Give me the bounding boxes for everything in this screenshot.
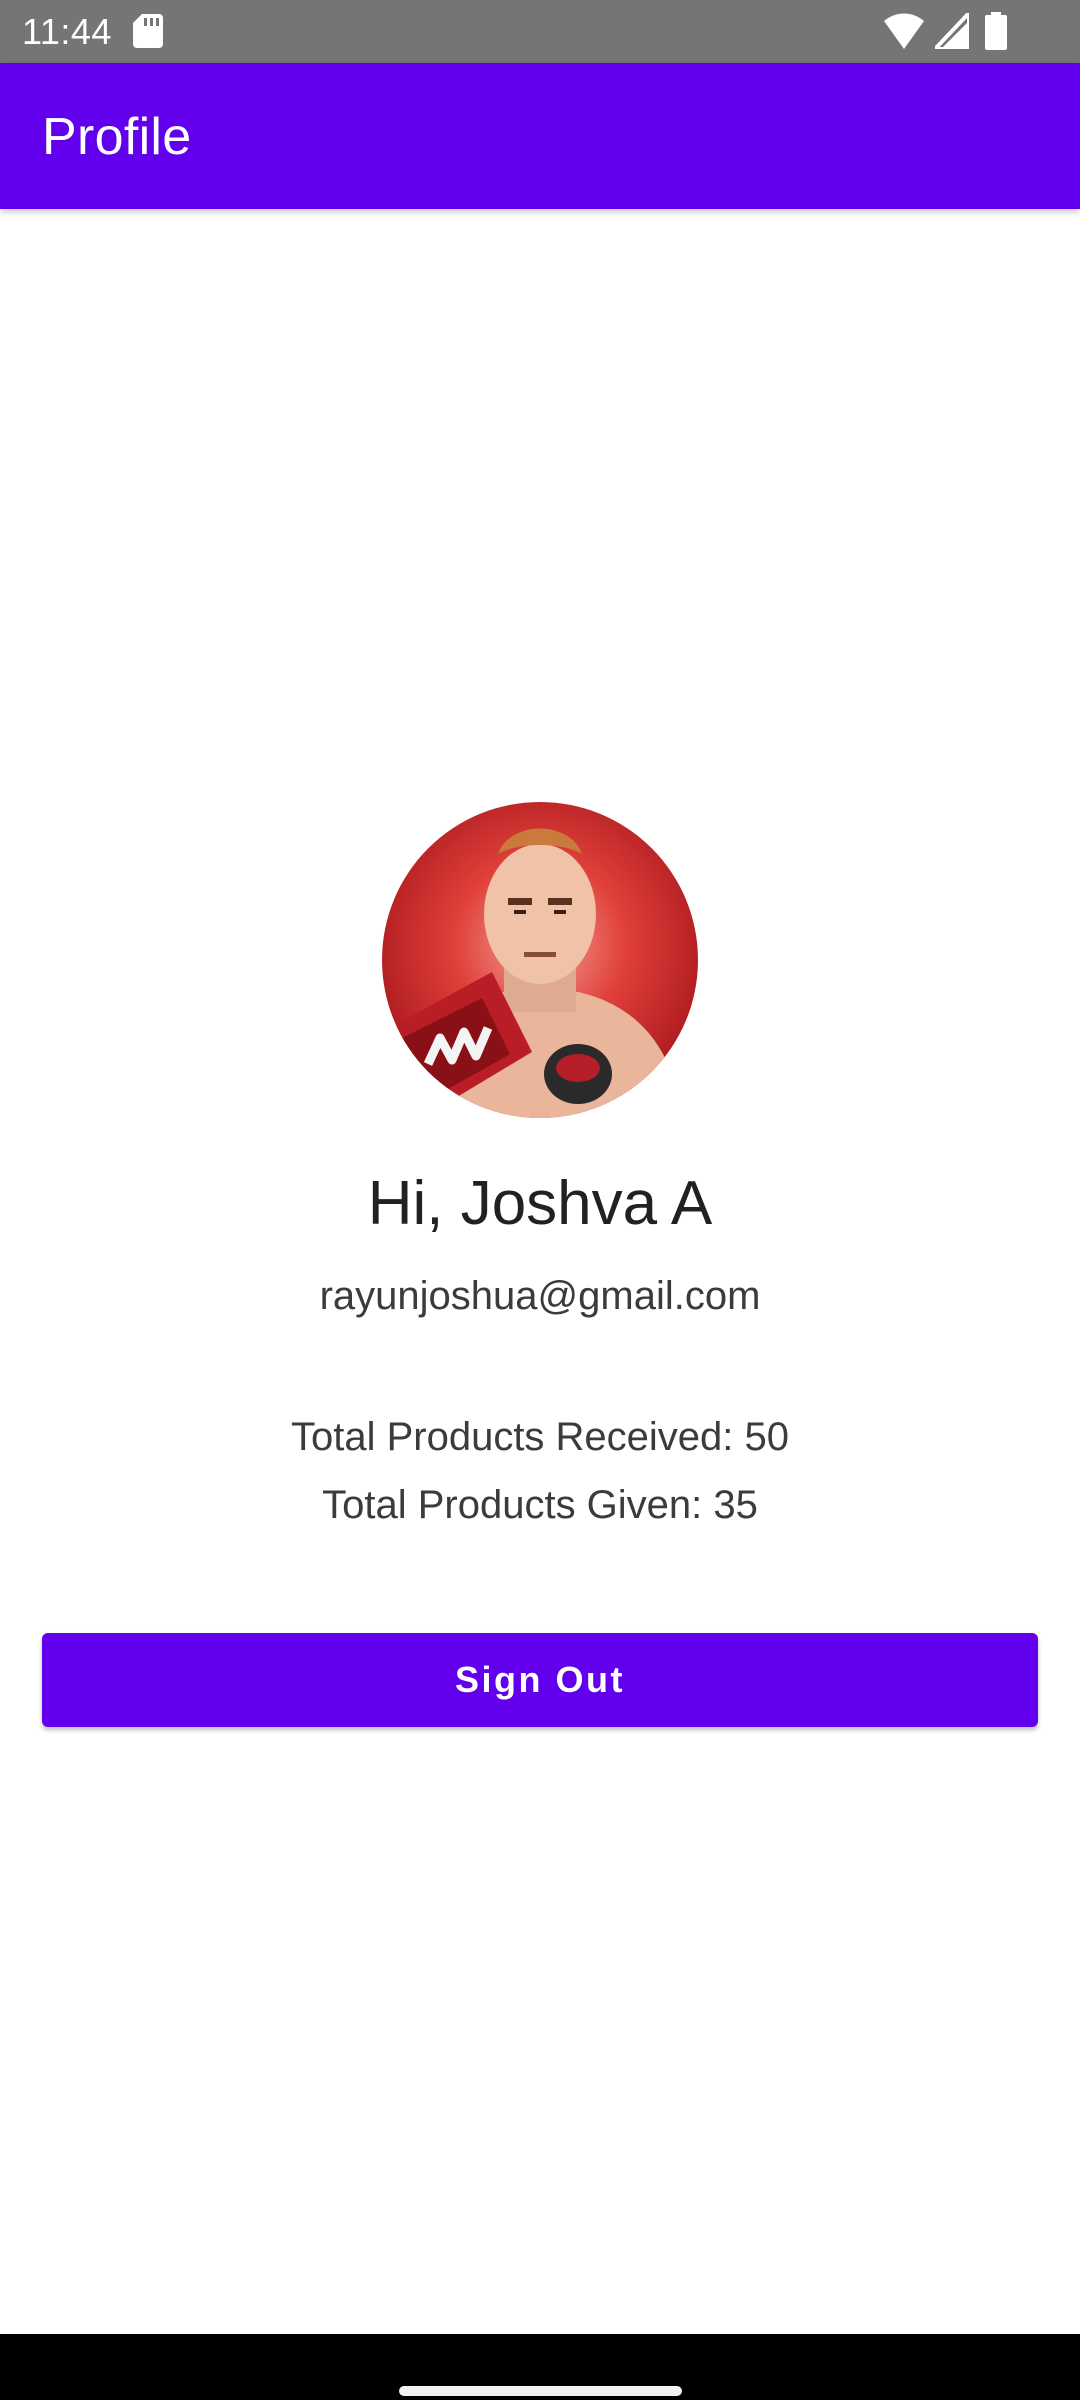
status-bar: 11:44 [0, 0, 1080, 63]
home-gesture-handle[interactable] [399, 2386, 682, 2396]
battery-icon [985, 12, 1007, 50]
products-received-text: Total Products Received: 50 [290, 1415, 790, 1459]
sd-card-icon [133, 14, 163, 48]
sign-out-button[interactable]: Sign Out [42, 1633, 1038, 1727]
wifi-icon [884, 13, 924, 49]
app-bar: Profile [0, 63, 1080, 209]
products-given-text: Total Products Given: 35 [322, 1483, 758, 1527]
signal-icon [935, 13, 969, 49]
wrestler-avatar-image [382, 802, 698, 1118]
email-text: rayunjoshua@gmail.com [319, 1274, 761, 1318]
avatar [382, 802, 698, 1118]
greeting-text: Hi, Joshva A [367, 1169, 713, 1238]
status-time: 11:44 [22, 11, 112, 52]
page-title: Profile [42, 108, 192, 166]
